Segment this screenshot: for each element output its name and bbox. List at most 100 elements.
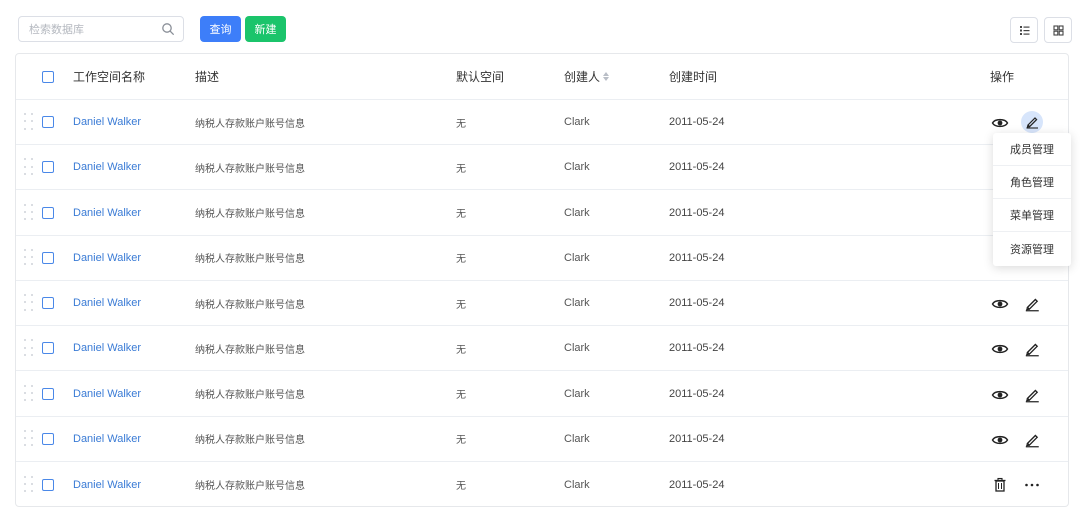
drag-dot — [31, 263, 33, 266]
creator-text: Clark — [564, 206, 590, 219]
eye-icon[interactable] — [991, 386, 1009, 404]
default-space-cell: 无 — [456, 390, 466, 401]
created-time-cell: 2011-05-24 — [669, 191, 724, 235]
drag-dot — [31, 127, 33, 130]
menu-item-menu-management[interactable]: 菜单管理 — [993, 199, 1071, 232]
menu-item-member-management[interactable]: 成员管理 — [993, 133, 1071, 166]
default-space-cell: 无 — [456, 435, 466, 447]
drag-handle[interactable] — [24, 462, 36, 507]
drag-dot — [24, 120, 26, 123]
row-checkbox[interactable] — [42, 342, 54, 355]
drag-dot — [24, 301, 26, 304]
list-view-icon — [1020, 26, 1030, 35]
created-time-cell: 2011-05-24 — [669, 236, 724, 280]
row-checkbox[interactable] — [42, 387, 54, 400]
query-button[interactable]: 查询 — [200, 16, 241, 42]
eye-icon[interactable] — [991, 431, 1009, 449]
row-checkbox[interactable] — [42, 161, 54, 174]
drag-dot — [24, 339, 26, 342]
workspace-name-cell: Daniel Walker — [73, 326, 141, 370]
drag-handle-icon — [24, 113, 34, 131]
row-checkbox-cell — [42, 326, 56, 370]
list-view-button[interactable] — [1010, 17, 1038, 43]
workspace-name-link[interactable]: Daniel Walker — [73, 433, 141, 445]
eye-icon[interactable] — [991, 295, 1009, 313]
grid-view-button[interactable] — [1044, 17, 1072, 43]
drag-handle[interactable] — [24, 417, 36, 461]
created-time-text: 2011-05-24 — [669, 116, 725, 128]
column-header-creator[interactable]: 创建人 — [564, 54, 610, 99]
new-button[interactable]: 新建 — [245, 16, 286, 42]
edit-icon[interactable] — [1021, 111, 1043, 133]
row-checkbox[interactable] — [42, 297, 54, 309]
workspace-name-link[interactable]: Daniel Walker — [73, 207, 141, 219]
default-space-cell: 无 — [456, 209, 466, 220]
drag-dot — [31, 301, 33, 304]
trash-icon[interactable] — [991, 476, 1009, 494]
created-time-cell: 2011-05-24 — [669, 100, 724, 144]
column-header-ops: 操作 — [990, 70, 1015, 84]
workspace-name-link[interactable]: Daniel Walker — [73, 388, 141, 400]
menu-item-role-management[interactable]: 角色管理 — [993, 166, 1071, 199]
drag-handle[interactable] — [24, 100, 36, 144]
creator-cell: Clark — [564, 281, 590, 325]
drag-dot — [24, 165, 26, 168]
workspace-name-cell: Daniel Walker — [73, 462, 141, 507]
column-header-desc: 描述 — [195, 70, 220, 84]
drag-handle[interactable] — [24, 191, 36, 235]
creator-text: Clark — [564, 116, 590, 128]
drag-dot — [24, 475, 26, 478]
workspace-name-link[interactable]: Daniel Walker — [73, 161, 141, 173]
workspace-name-link[interactable]: Daniel Walker — [73, 479, 141, 491]
select-all-checkbox[interactable] — [42, 70, 54, 83]
grid-view-icon — [1053, 25, 1064, 36]
drag-dot — [31, 294, 33, 296]
row-checkbox[interactable] — [42, 478, 54, 491]
column-header-creator-label: 创建人 — [564, 70, 601, 84]
drag-dot — [24, 384, 26, 387]
drag-handle[interactable] — [24, 326, 36, 370]
description-cell: 纳税人存款账户账号信息 — [195, 163, 305, 175]
workspace-name-link[interactable]: Daniel Walker — [73, 297, 141, 309]
row-checkbox[interactable] — [42, 206, 54, 219]
search-input[interactable] — [19, 17, 159, 41]
drag-handle-icon — [24, 475, 34, 494]
search-icon[interactable] — [161, 22, 175, 36]
more-icon[interactable] — [1023, 476, 1041, 494]
drag-dot — [31, 210, 33, 213]
sort-icon[interactable] — [603, 72, 610, 81]
creator-text: Clark — [564, 478, 590, 491]
description-cell: 纳税人存款账户账号信息 — [195, 435, 305, 447]
drag-handle[interactable] — [24, 281, 36, 325]
drag-handle[interactable] — [24, 236, 36, 280]
edit-icon[interactable] — [1023, 431, 1041, 449]
row-checkbox-cell — [42, 191, 56, 235]
drag-handle[interactable] — [24, 145, 36, 189]
menu-item-resource-management[interactable]: 资源管理 — [993, 232, 1071, 265]
table-row: Daniel Walker 纳税人存款账户账号信息 无 Clark 2011-05-24 — [16, 145, 1068, 191]
workspace-name-cell: Daniel Walker — [73, 145, 141, 189]
created-time-text: 2011-05-24 — [669, 297, 725, 309]
row-checkbox[interactable] — [42, 251, 54, 264]
workspace-name-link[interactable]: Daniel Walker — [73, 342, 141, 354]
edit-icon[interactable] — [1023, 340, 1041, 358]
eye-icon[interactable] — [991, 340, 1009, 358]
edit-icon[interactable] — [1023, 295, 1041, 313]
workspace-name-link[interactable]: Daniel Walker — [73, 116, 141, 128]
column-header-name: 工作空间名称 — [73, 70, 146, 84]
drag-handle[interactable] — [24, 372, 36, 416]
workspace-name-cell: Daniel Walker — [73, 372, 141, 416]
table-row: Daniel Walker 纳税人存款账户账号信息 无 Clark 2011-05-24 — [16, 417, 1068, 462]
row-checkbox[interactable] — [42, 432, 54, 445]
eye-icon[interactable] — [991, 114, 1009, 132]
drag-dot — [31, 308, 33, 311]
drag-handle-icon — [24, 248, 34, 267]
row-checkbox[interactable] — [42, 116, 54, 128]
workspace-name-cell: Daniel Walker — [73, 281, 141, 325]
edit-icon[interactable] — [1023, 386, 1041, 404]
workspace-name-link[interactable]: Daniel Walker — [73, 252, 141, 264]
search-box[interactable] — [18, 16, 184, 42]
row-checkbox-cell — [42, 462, 56, 507]
creator-cell: Clark — [564, 100, 590, 144]
workspace-name-cell: Daniel Walker — [73, 236, 141, 280]
